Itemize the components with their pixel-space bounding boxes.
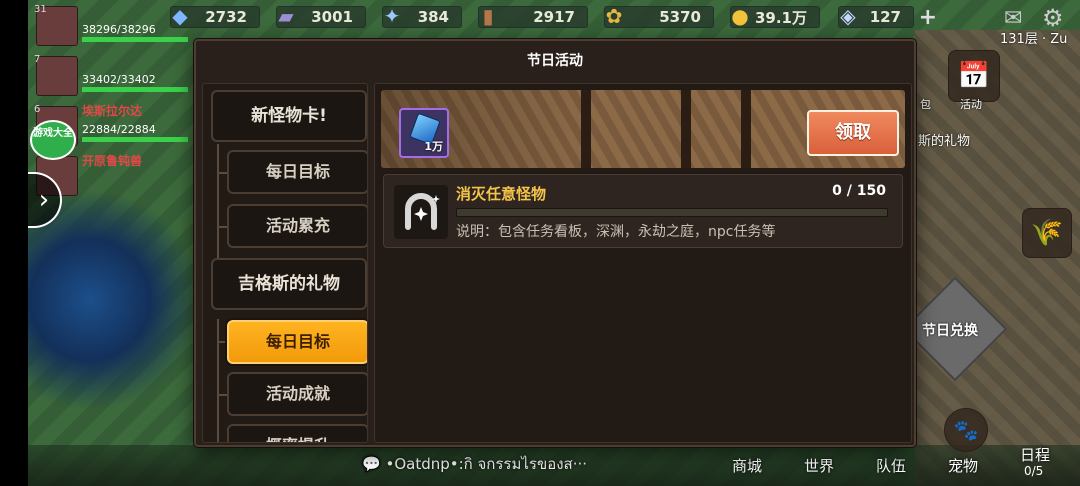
resource-value: 384	[417, 8, 449, 26]
task-name: 消灭任意怪物	[456, 185, 547, 203]
schedule-count: 0/5	[1024, 464, 1044, 478]
game-hub-button[interactable]: 游戏大全	[30, 120, 76, 160]
wood-icon: ▮	[482, 4, 494, 28]
hp-bar	[82, 37, 188, 42]
calendar-icon[interactable]: 📅	[948, 50, 1000, 102]
party-list: 31 38296/38296 7 33402/33402 6 埃斯拉尔达 228…	[32, 0, 188, 200]
book-icon: ▰	[278, 4, 294, 28]
party-member[interactable]: 7 33402/33402	[32, 50, 188, 98]
chat-message[interactable]: 💬 •Oatdnp•:กิ จกรรมไรของส···	[362, 452, 587, 476]
sub-daily-goal-1[interactable]: 每日目标	[227, 150, 367, 194]
resource-value: 2917	[533, 8, 575, 26]
dialog-title: 节日活动	[527, 53, 583, 69]
member-level: 31	[34, 4, 47, 15]
nav-world[interactable]: 世界	[804, 455, 834, 476]
banner-decoration	[581, 90, 591, 168]
member-level: 7	[34, 54, 41, 65]
tree-line	[217, 319, 219, 442]
chat-text: •Oatdnp•:กิ จกรรมไรของส···	[385, 455, 588, 473]
member-name: 开原鲁钝兽	[82, 154, 143, 168]
resource-gem[interactable]: ◈ 127 +	[838, 4, 937, 30]
resource-value: 3001	[311, 8, 353, 26]
screen-edge	[0, 0, 28, 486]
resource-bar: ◆ 2732 ▰ 3001 ✦ 384 ▮ 2917 ✿ 5370 ● 39.1…	[170, 4, 937, 30]
resource-wood: ▮ 2917	[478, 4, 588, 28]
resource-value: 2732	[205, 8, 247, 26]
event-content: 1万 领取 消灭任意怪物 0 / 150 说明：包含任务看板，深渊，永劫之庭，n…	[374, 83, 912, 443]
floor-label: 131层 · Zu	[1000, 32, 1068, 47]
activity-label: 活动	[960, 98, 982, 111]
sub-daily-goal-2[interactable]: 每日目标	[227, 320, 367, 364]
event-sidebar: 新怪物卡! 每日目标 活动累充 吉格斯的礼物 每日目标 活动成就 概率提升	[202, 83, 368, 443]
resource-value: 5370	[659, 8, 701, 26]
exchange-label[interactable]: 节日兑换	[910, 320, 990, 340]
task-row: 消灭任意怪物 0 / 150 说明：包含任务看板，深渊，永劫之庭，npc任务等	[383, 174, 903, 248]
sub-achievements[interactable]: 活动成就	[227, 372, 367, 416]
reward-quantity: 1万	[424, 140, 443, 153]
nav-pet[interactable]: 宠物	[948, 455, 978, 476]
member-level: 6	[34, 104, 41, 115]
member-hp: 33402/33402	[82, 73, 156, 86]
paw-icon[interactable]: 🐾	[944, 408, 988, 452]
banner-decoration	[681, 90, 691, 168]
member-hp: 22884/22884	[82, 123, 156, 136]
category-jigs-gift[interactable]: 吉格斯的礼物	[211, 258, 367, 310]
tree-tick	[217, 172, 227, 174]
claim-button[interactable]: 领取	[807, 110, 899, 156]
resource-value: 127	[869, 8, 901, 26]
add-icon[interactable]: +	[919, 5, 937, 30]
banner-decoration	[741, 90, 751, 168]
hp-bar	[82, 137, 188, 142]
task-description: 说明：包含任务看板，深渊，永劫之庭，npc任务等	[456, 224, 776, 240]
bag-label: 包	[920, 98, 931, 111]
horseshoe-icon	[394, 185, 448, 239]
resource-crystal: ◆ 2732	[170, 4, 260, 28]
event-banner: 1万 领取	[381, 90, 905, 168]
wheat-icon: ✿	[605, 4, 623, 28]
tree-tick	[217, 226, 227, 228]
avatar	[36, 56, 78, 96]
nav-team[interactable]: 队伍	[876, 455, 906, 476]
reward-item[interactable]: 1万	[399, 108, 449, 158]
nav-shop[interactable]: 商城	[732, 455, 762, 476]
party-member[interactable]: 31 38296/38296	[32, 0, 188, 48]
member-hp: 38296/38296	[82, 23, 156, 36]
resource-gold: ● 39.1万	[730, 4, 820, 28]
sub-probability-up[interactable]: 概率提升	[227, 424, 367, 442]
sub-recharge[interactable]: 活动累充	[227, 204, 367, 248]
nav-schedule[interactable]: 日程	[1020, 444, 1050, 465]
gem-icon: ◈	[840, 4, 856, 28]
tree-tick	[217, 341, 227, 343]
task-progress: 0 / 150	[832, 183, 886, 199]
resource-book: ▰ 3001	[276, 4, 366, 28]
ore-icon: ✦	[383, 4, 401, 28]
festival-event-dialog: 节日活动 新怪物卡! 每日目标 活动累充 吉格斯的礼物 每日目标 活动成就 概率…	[194, 39, 916, 447]
gold-coin-icon: ●	[731, 4, 749, 28]
resource-wheat: ✿ 5370	[604, 4, 714, 28]
chat-bubble-icon: 💬	[362, 455, 381, 473]
gift-label[interactable]: 斯的礼物	[918, 130, 970, 149]
wheat-quest-icon[interactable]: 🌾	[1022, 208, 1072, 258]
tree-tick	[217, 394, 227, 396]
tree-line	[217, 144, 219, 269]
crystal-icon: ◆	[172, 4, 188, 28]
task-progress-bar	[456, 208, 888, 217]
member-name: 埃斯拉尔达	[82, 104, 143, 118]
hp-bar	[82, 87, 188, 92]
resource-ore: ✦ 384	[382, 4, 462, 28]
resource-value: 39.1万	[754, 8, 807, 27]
category-new-monster-card[interactable]: 新怪物卡!	[211, 90, 367, 142]
